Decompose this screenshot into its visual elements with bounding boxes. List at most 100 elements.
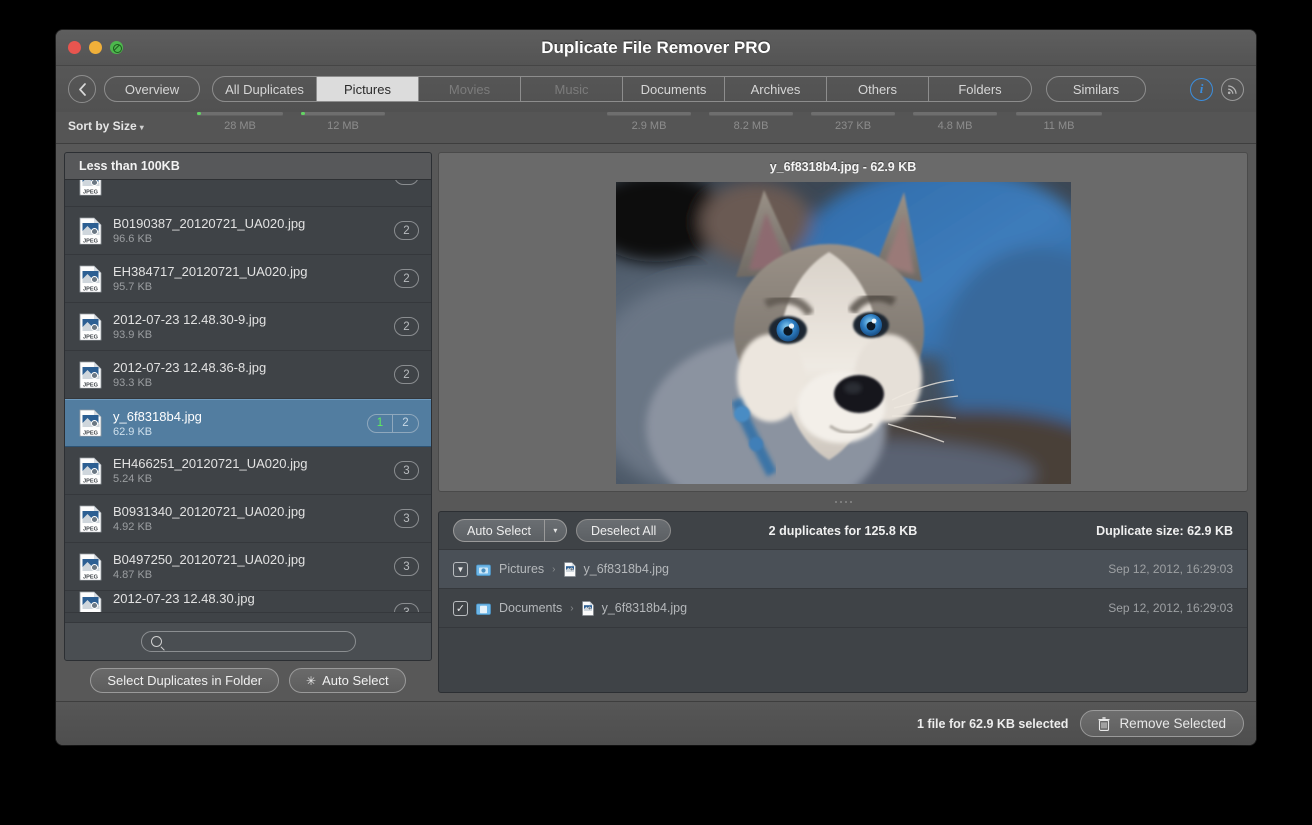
category-tabs: All Duplicates Pictures Movies Music Doc… bbox=[212, 76, 1032, 102]
tab-all-duplicates[interactable]: All Duplicates bbox=[213, 77, 317, 101]
zoom-button[interactable] bbox=[110, 41, 123, 54]
svg-text:JPEG: JPEG bbox=[83, 431, 98, 437]
file-name: EH384717_20120721_UA020.jpg bbox=[113, 264, 308, 279]
file-size: 93.3 KB bbox=[113, 377, 153, 389]
duplicate-rows[interactable]: ▼ Pictures › y_6f8318b4.jpg Sep 12, 2012, … bbox=[439, 550, 1247, 628]
list-item[interactable]: JPEG 98.1 KB2 bbox=[65, 180, 431, 207]
tab-similars[interactable]: Similars bbox=[1046, 76, 1146, 102]
selected-count: 1 bbox=[368, 414, 393, 432]
jpeg-file-icon: JPEG bbox=[79, 591, 102, 612]
file-size: 95.7 KB bbox=[113, 281, 153, 293]
file-icon bbox=[581, 600, 594, 616]
chevron-down-icon: ▾ bbox=[139, 123, 144, 132]
file-size: 62.9 KB bbox=[113, 425, 153, 438]
file-name: 2012-07-23 12.48.30.jpg bbox=[113, 591, 255, 606]
list-item-text: EH466251_20120721_UA020.jpg 5.24 KB bbox=[113, 456, 394, 485]
husky-puppy-photo bbox=[615, 182, 1071, 484]
group-header: Less than 100KB bbox=[65, 153, 431, 180]
detail-pane: y_6f8318b4.jpg - 62.9 KB Auto Select ▾ D… bbox=[438, 152, 1248, 701]
list-item[interactable]: JPEG EH466251_20120721_UA020.jpg 5.24 KB 3 bbox=[65, 447, 431, 495]
list-item-text: EH384717_20120721_UA020.jpg 95.7 KB bbox=[113, 264, 394, 293]
search-box[interactable] bbox=[140, 631, 356, 652]
list-item-text: 2012-07-23 12.48.30-9.jpg 93.9 KB bbox=[113, 312, 394, 341]
jpeg-file-icon: JPEG bbox=[79, 553, 102, 580]
svg-text:JPEG: JPEG bbox=[83, 334, 98, 340]
svg-text:JPEG: JPEG bbox=[83, 526, 98, 532]
duplicate-count-badge: 3 bbox=[394, 557, 419, 576]
splitter-handle[interactable] bbox=[438, 498, 1248, 505]
list-item[interactable]: JPEG 2012-07-23 12.48.36-8.jpg 93.3 KB 2 bbox=[65, 351, 431, 399]
svg-text:JPEG: JPEG bbox=[83, 574, 98, 580]
chevron-down-icon[interactable]: ▾ bbox=[545, 520, 566, 541]
close-button[interactable] bbox=[68, 41, 81, 54]
jpeg-file-icon: JPEG bbox=[79, 265, 102, 293]
list-item[interactable]: JPEG 2012-07-23 12.48.30.jpg 3 bbox=[65, 591, 431, 613]
jpeg-file-icon: JPEG bbox=[79, 217, 102, 244]
duplicate-count-badge: 2 bbox=[394, 317, 419, 336]
total-count: 2 bbox=[402, 417, 409, 429]
select-duplicates-in-folder-button[interactable]: Select Duplicates in Folder bbox=[90, 668, 280, 693]
auto-select-label[interactable]: Auto Select bbox=[454, 520, 545, 541]
list-item[interactable]: JPEG B0931340_20120721_UA020.jpg 4.92 KB 3 bbox=[65, 495, 431, 543]
auto-select-button[interactable]: ✳ Auto Select bbox=[289, 668, 406, 693]
rss-icon[interactable] bbox=[1221, 77, 1244, 101]
folder-name: Documents bbox=[499, 601, 563, 615]
sparkle-icon: ✳ bbox=[306, 673, 317, 688]
list-item[interactable]: JPEG B0190387_20120721_UA020.jpg 96.6 KB 2 bbox=[65, 207, 431, 255]
jpeg-file-icon: JPEG bbox=[79, 553, 102, 581]
rss-waves-icon bbox=[1227, 84, 1237, 94]
selection-status: 1 file for 62.9 KB selected bbox=[916, 716, 1069, 731]
list-item-text: B0190387_20120721_UA020.jpg 96.6 KB bbox=[113, 216, 394, 245]
tab-folders[interactable]: Folders bbox=[929, 77, 1031, 101]
svg-text:JPEG: JPEG bbox=[83, 382, 98, 388]
file-name: B0190387_20120721_UA020.jpg bbox=[113, 216, 306, 231]
tab-pictures[interactable]: Pictures bbox=[317, 77, 419, 101]
duplicate-group-list: Less than 100KB JPEG 98.1 KB2 JPEG B0190… bbox=[64, 152, 432, 661]
file-name: 2012-07-23 12.48.30-9.jpg bbox=[113, 312, 267, 327]
table-row[interactable]: ▼ Pictures › y_6f8318b4.jpg Sep 12, 2012, … bbox=[439, 550, 1247, 589]
deselect-all-button[interactable]: Deselect All bbox=[575, 519, 672, 542]
documents-folder-icon bbox=[476, 602, 491, 615]
preview-title: y_6f8318b4.jpg - 62.9 KB bbox=[769, 160, 917, 174]
list-item[interactable]: JPEG EH384717_20120721_UA020.jpg 95.7 KB 2 bbox=[65, 255, 431, 303]
tab-others[interactable]: Others bbox=[827, 77, 929, 101]
duplicate-count-badge: 2 bbox=[394, 221, 419, 240]
list-item[interactable]: JPEG B0497250_20120721_UA020.jpg 4.87 KB 3 bbox=[65, 543, 431, 591]
minimize-button[interactable] bbox=[89, 41, 102, 54]
list-item[interactable]: JPEG y_6f8318b4.jpg 62.9 KB 1 2 bbox=[65, 399, 431, 447]
toolbar: Overview All Duplicates Pictures Movies … bbox=[56, 66, 1256, 112]
meter-track bbox=[1015, 112, 1103, 115]
file-rows[interactable]: JPEG 98.1 KB2 JPEG B0190387_20120721_UA0… bbox=[65, 180, 431, 622]
meter-label: 28 MB bbox=[224, 120, 256, 132]
svg-text:JPEG: JPEG bbox=[83, 238, 98, 244]
search-input[interactable] bbox=[167, 634, 346, 649]
auto-select-split-button[interactable]: Auto Select ▾ bbox=[453, 519, 567, 542]
file-size: 93.9 KB bbox=[113, 329, 153, 341]
back-button[interactable] bbox=[68, 75, 96, 103]
jpeg-file-icon: JPEG bbox=[79, 361, 102, 388]
tab-archives[interactable]: Archives bbox=[725, 77, 827, 101]
meter-similars: 11 MB bbox=[1006, 112, 1112, 132]
jpeg-file-icon: JPEG bbox=[79, 457, 102, 484]
remove-selected-button[interactable]: Remove Selected bbox=[1080, 710, 1244, 737]
sort-by-label: Sort by Size bbox=[68, 119, 137, 133]
meter-label: 4.8 MB bbox=[937, 120, 973, 132]
row-checkbox[interactable]: ▼ bbox=[453, 561, 468, 577]
meter-label: 237 KB bbox=[834, 120, 872, 132]
list-item[interactable]: JPEG 2012-07-23 12.48.30-9.jpg 93.9 KB 2 bbox=[65, 303, 431, 351]
row-checkbox[interactable]: ✓ bbox=[453, 600, 468, 616]
table-row[interactable]: ✓ Documents › y_6f8318b4.jpg Sep 12, 2012,… bbox=[439, 589, 1247, 628]
tab-music[interactable]: Music bbox=[521, 77, 623, 101]
jpeg-file-icon: JPEG bbox=[79, 313, 102, 341]
tab-overview[interactable]: Overview bbox=[104, 76, 200, 102]
duplicate-count-badge: 2 bbox=[394, 180, 419, 185]
app-window: Duplicate File Remover PRO Overview All … bbox=[56, 30, 1256, 745]
meter-pictures: 12 MB bbox=[292, 112, 394, 132]
meter-track bbox=[197, 112, 283, 115]
tab-movies[interactable]: Movies bbox=[419, 77, 521, 101]
tab-documents[interactable]: Documents bbox=[623, 77, 725, 101]
sort-by-dropdown[interactable]: Sort by Size ▾ bbox=[68, 119, 144, 133]
duplicate-count-badge: 12 bbox=[367, 413, 419, 433]
duplicate-size-label: Duplicate size: 62.9 KB bbox=[1096, 523, 1233, 538]
info-icon[interactable]: i bbox=[1190, 77, 1213, 101]
